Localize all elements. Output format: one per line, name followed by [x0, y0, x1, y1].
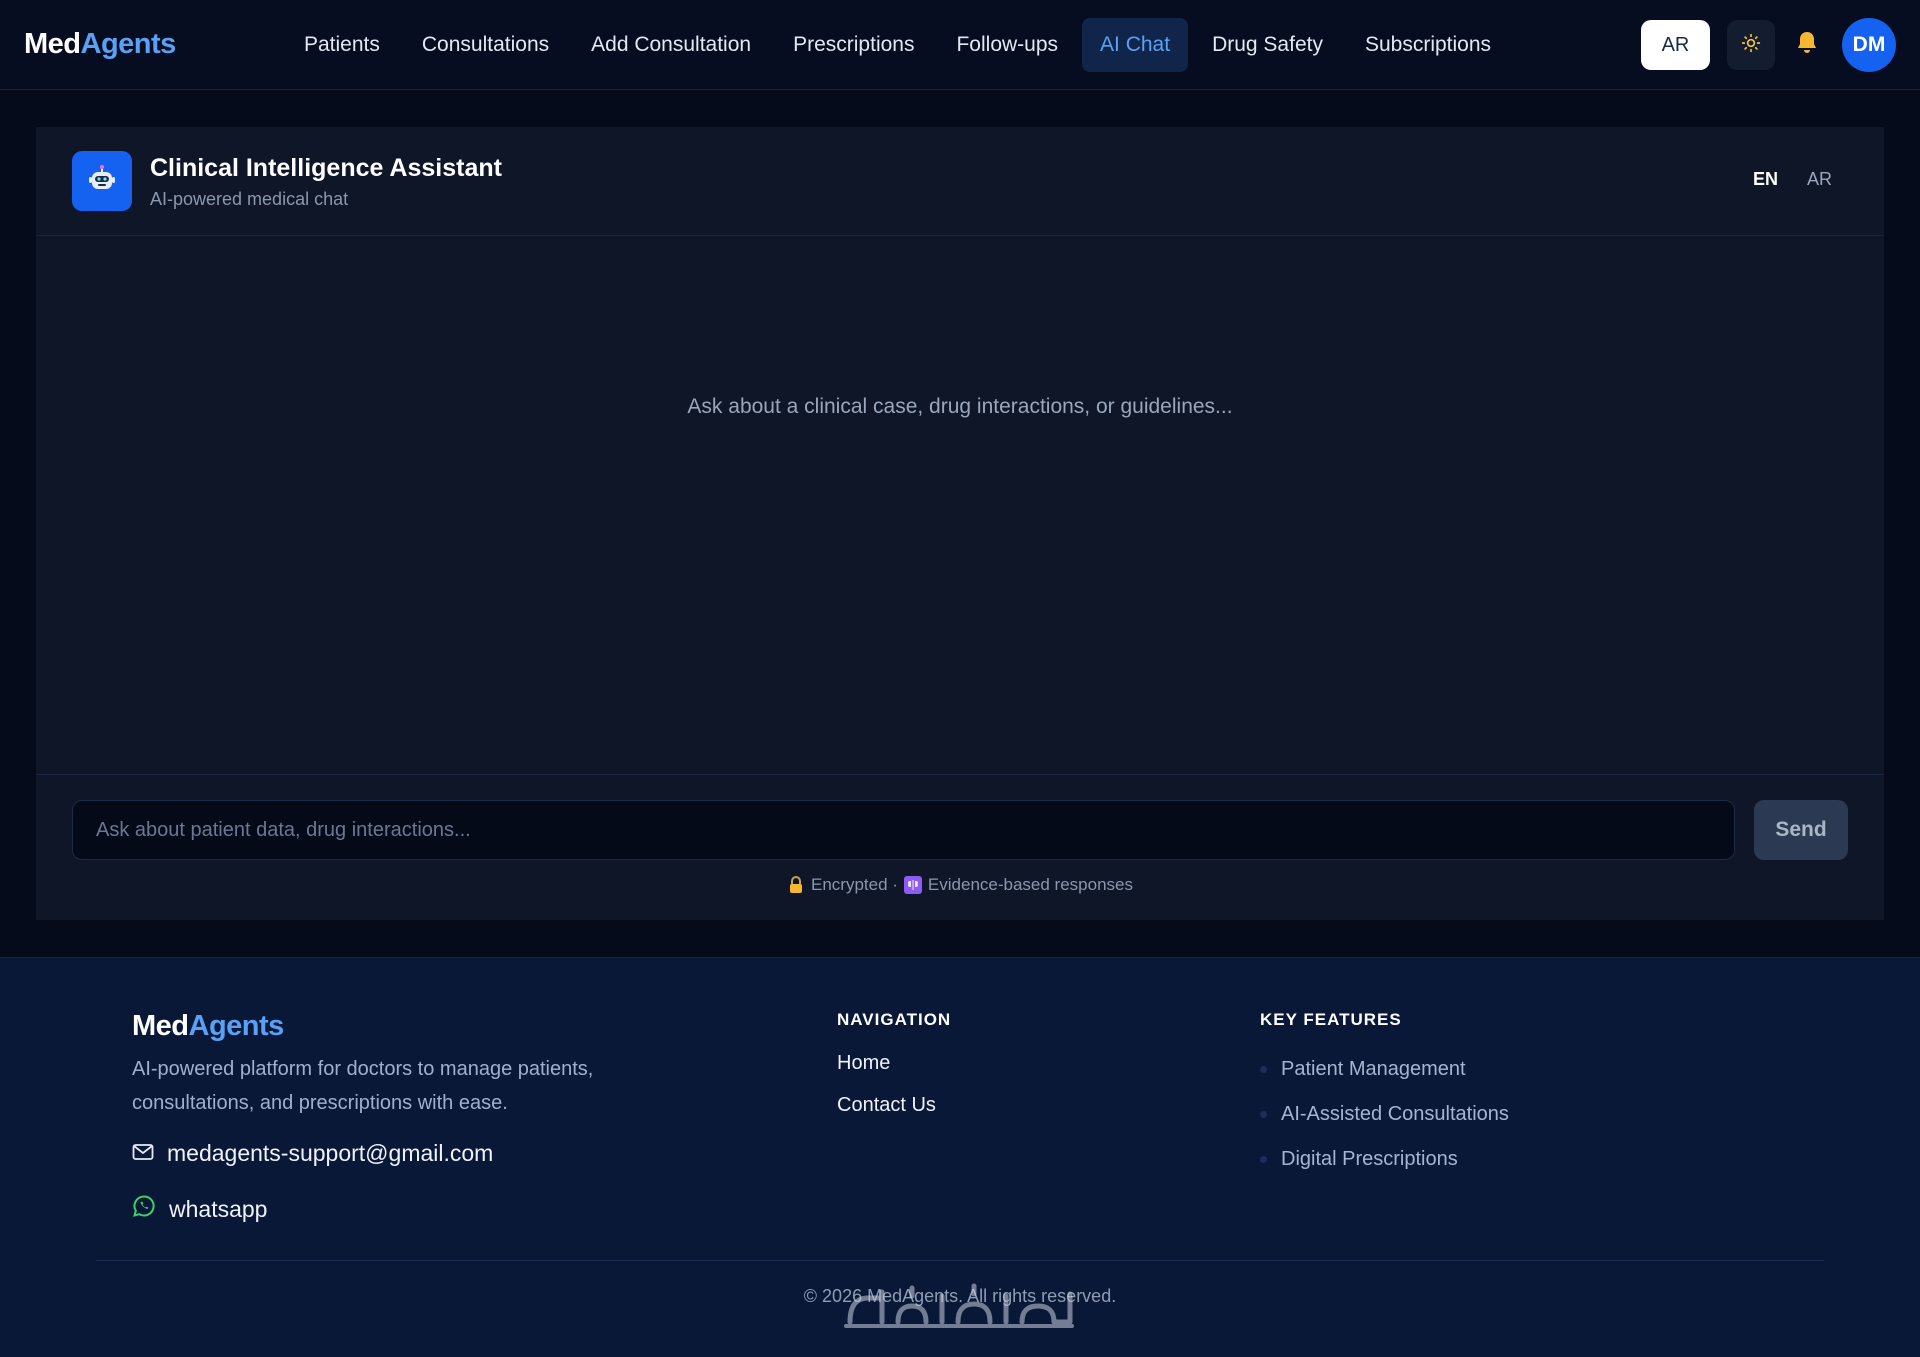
top-navbar: MedAgents Patients Consultations Add Con…	[0, 0, 1920, 90]
footer-brand: MedAgents	[132, 1010, 284, 1043]
chat-panel: Clinical Intelligence Assistant AI-power…	[36, 127, 1884, 920]
brand-part-1: Med	[24, 28, 81, 60]
footer-link-home[interactable]: Home	[837, 1052, 890, 1075]
footer-feature-item: Patient Management	[1260, 1058, 1466, 1081]
chat-input-area: Send Encrypted · Evidence-based response…	[36, 774, 1884, 920]
bullet-dot	[1260, 1066, 1267, 1073]
nav-item-patients[interactable]: Patients	[286, 18, 398, 72]
encrypted-label: Encrypted ·	[810, 875, 898, 894]
footer-navigation-heading: NAVIGATION	[837, 1010, 952, 1029]
nav-item-follow-ups[interactable]: Follow-ups	[938, 18, 1076, 72]
footer-divider	[96, 1260, 1824, 1261]
footer-feature-label: Patient Management	[1281, 1058, 1466, 1080]
theme-toggle-button[interactable]	[1727, 20, 1775, 70]
footer-whatsapp-link[interactable]: whatsapp	[132, 1194, 267, 1224]
bell-icon	[1795, 30, 1819, 61]
footer-brand-part-2: Agents	[188, 1010, 285, 1042]
chat-message-input[interactable]	[72, 800, 1735, 860]
footer-email-text: medagents-support@gmail.com	[167, 1140, 494, 1166]
nav-item-add-consultation[interactable]: Add Consultation	[573, 18, 769, 72]
brain-icon	[903, 876, 922, 894]
robot-icon	[86, 163, 118, 200]
footer-brand-part-1: Med	[132, 1010, 189, 1042]
nav-item-ai-chat[interactable]: AI Chat	[1082, 18, 1189, 72]
evidence-label: Evidence-based responses	[927, 875, 1133, 894]
footer-description: AI-powered platform for doctors to manag…	[132, 1058, 594, 1114]
lock-icon	[787, 876, 805, 894]
user-avatar[interactable]: DM	[1842, 18, 1896, 72]
nav-item-subscriptions[interactable]: Subscriptions	[1347, 18, 1509, 72]
chat-lang-en[interactable]: EN	[1753, 169, 1778, 190]
footer-link-contact[interactable]: Contact Us	[837, 1094, 936, 1117]
footer-feature-label: Digital Prescriptions	[1281, 1148, 1458, 1170]
footer-feature-label: AI-Assisted Consultations	[1281, 1103, 1509, 1125]
footer-features-heading: KEY FEATURES	[1260, 1010, 1402, 1029]
sun-icon	[1741, 33, 1761, 58]
language-toggle-button[interactable]: AR	[1641, 20, 1710, 70]
footer-whatsapp-text: whatsapp	[169, 1195, 268, 1222]
notifications-button[interactable]	[1792, 30, 1822, 60]
nav-item-drug-safety[interactable]: Drug Safety	[1194, 18, 1341, 72]
nav-item-prescriptions[interactable]: Prescriptions	[775, 18, 932, 72]
brand-part-2: Agents	[80, 28, 177, 60]
footer-email-link[interactable]: medagents-support@gmail.com	[132, 1140, 493, 1167]
footer: MedAgents AI-powered platform for doctor…	[0, 957, 1920, 1357]
chat-header: Clinical Intelligence Assistant AI-power…	[36, 127, 1884, 236]
chat-lang-ar[interactable]: AR	[1807, 169, 1832, 190]
bot-avatar	[72, 151, 132, 211]
send-button[interactable]: Send	[1754, 800, 1848, 860]
main-nav: Patients Consultations Add Consultation …	[286, 18, 1509, 72]
whatsapp-icon	[132, 1194, 156, 1224]
bullet-dot	[1260, 1156, 1267, 1163]
chat-subtitle: AI-powered medical chat	[150, 189, 349, 209]
footer-feature-item: AI-Assisted Consultations	[1260, 1103, 1509, 1126]
chat-security-note: Encrypted · Evidence-based responses	[36, 875, 1884, 895]
footer-feature-item: Digital Prescriptions	[1260, 1148, 1458, 1171]
mail-icon	[132, 1140, 154, 1167]
chat-title: Clinical Intelligence Assistant	[150, 154, 502, 182]
nav-item-consultations[interactable]: Consultations	[404, 18, 567, 72]
brand-logo[interactable]: MedAgents	[24, 28, 176, 61]
watermark-logo	[844, 1283, 1074, 1328]
bullet-dot	[1260, 1111, 1267, 1118]
chat-empty-state: Ask about a clinical case, drug interact…	[687, 395, 1233, 418]
